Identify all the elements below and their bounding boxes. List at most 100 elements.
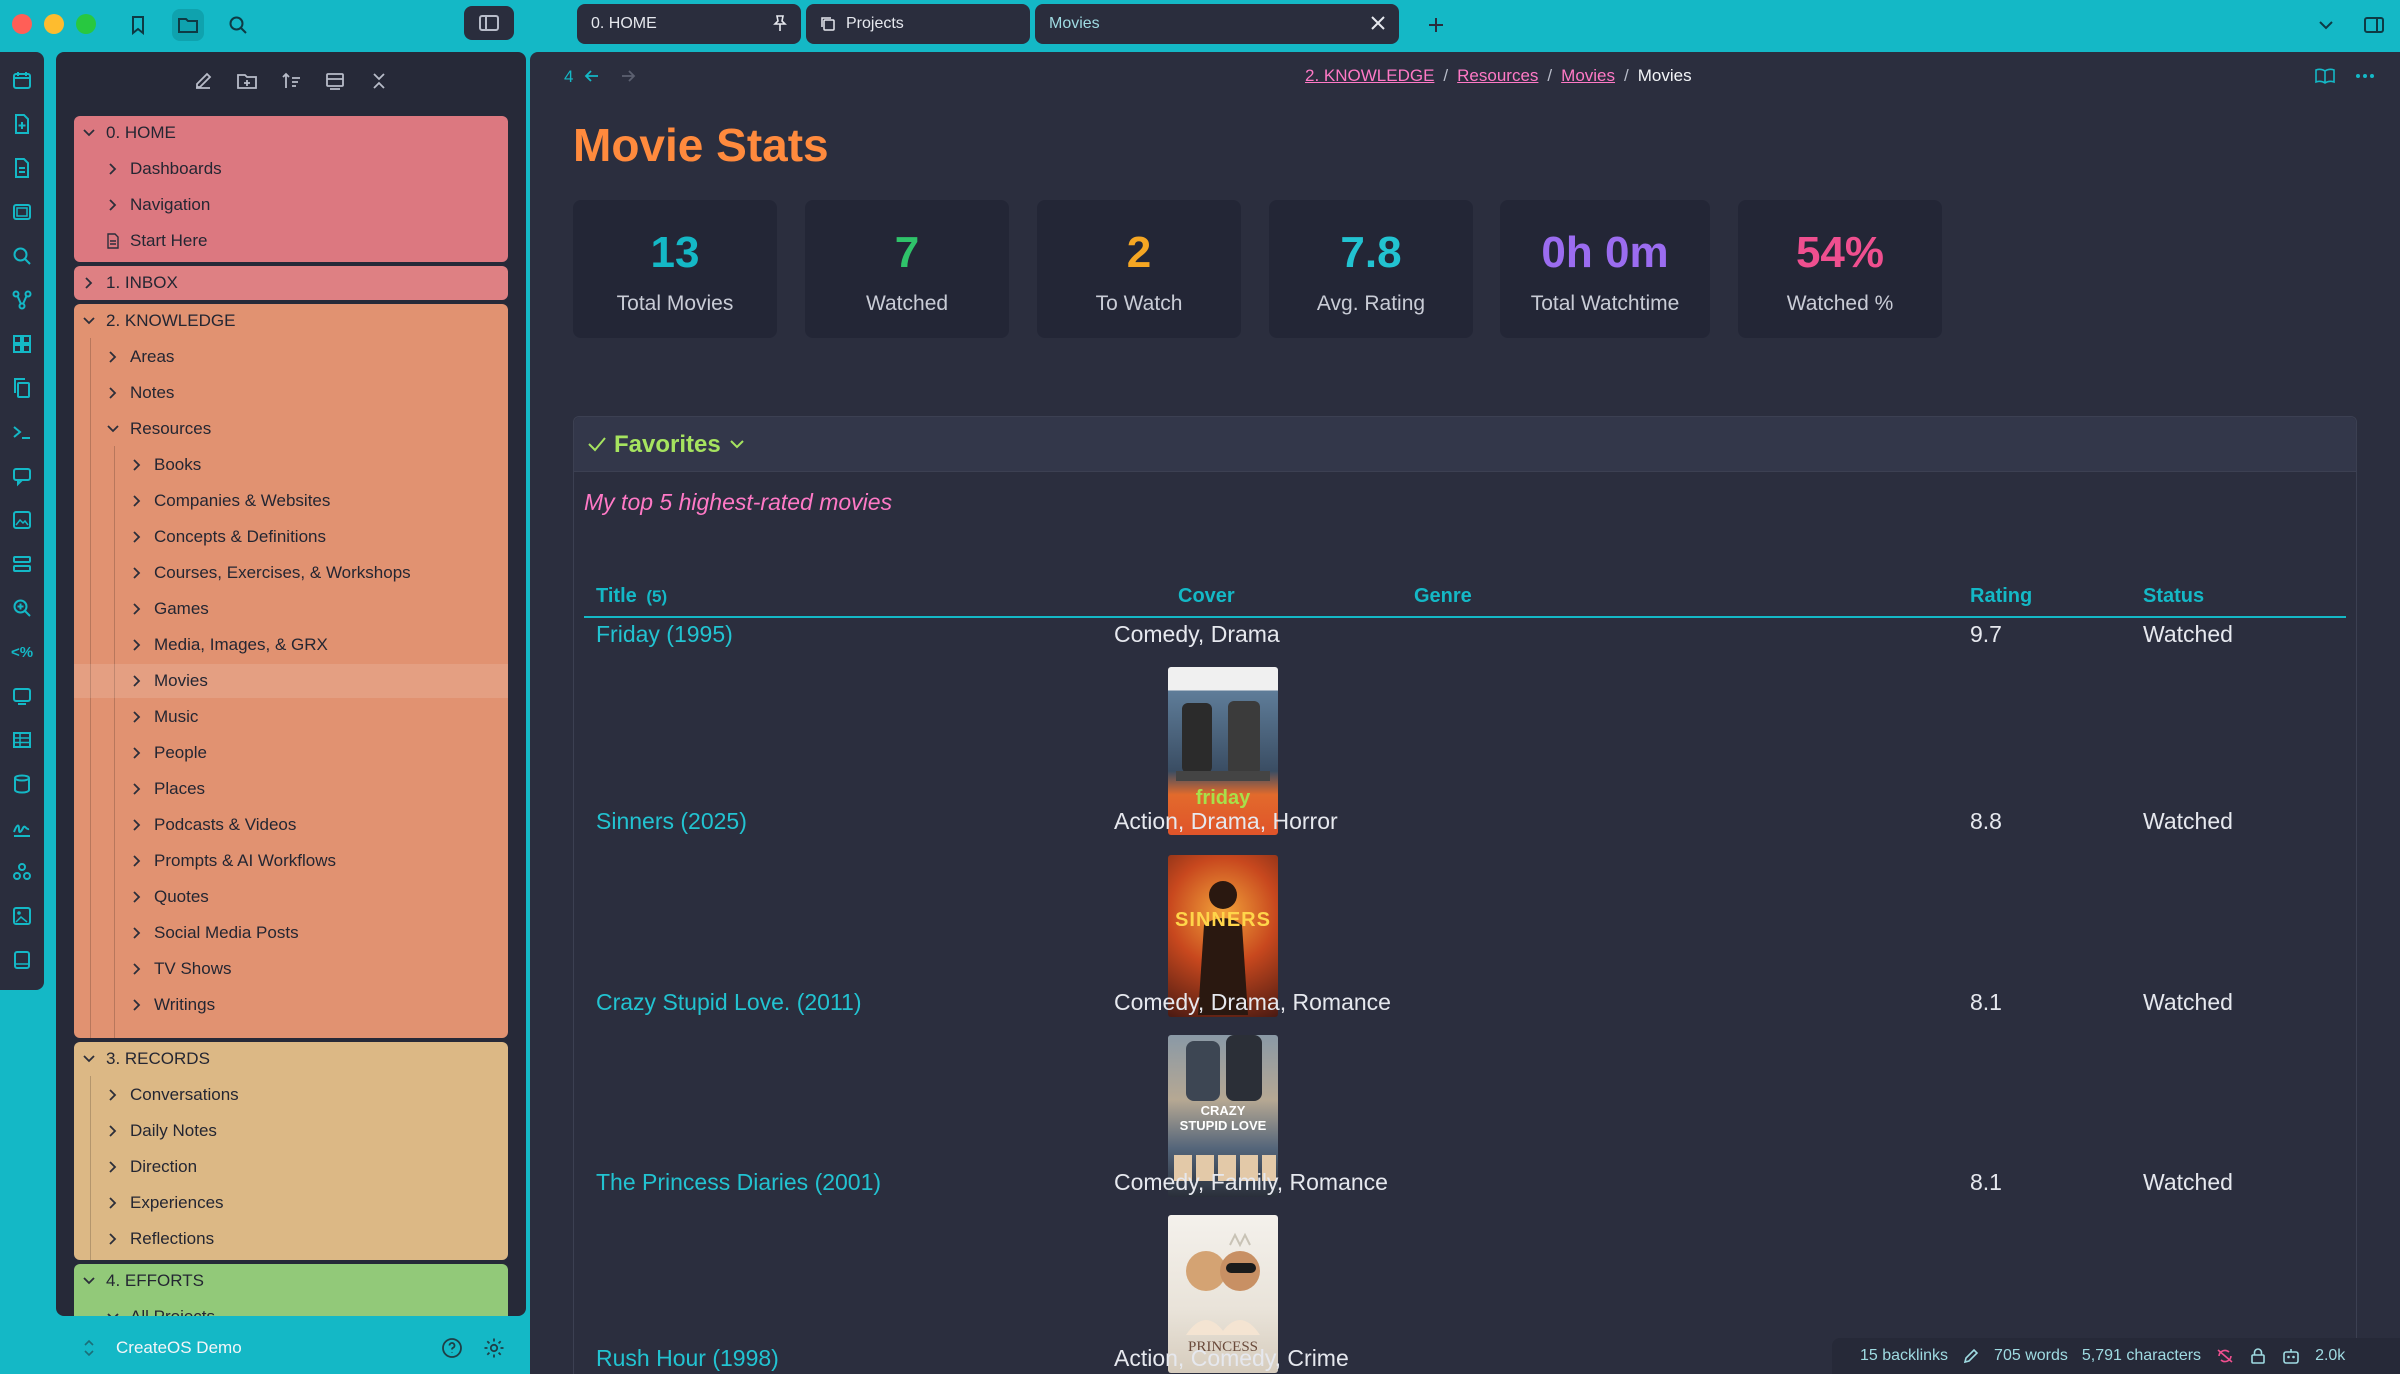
movie-title-link[interactable]: Rush Hour (1998)	[596, 1345, 779, 1372]
auto-reveal-icon[interactable]	[322, 68, 348, 94]
folder-inbox[interactable]: 1. INBOX	[74, 266, 508, 300]
folder-records[interactable]: 3. RECORDS	[74, 1042, 508, 1076]
reading-view-icon[interactable]	[2314, 66, 2336, 86]
help-icon[interactable]	[440, 1336, 464, 1360]
breadcrumb-current[interactable]: Movies	[1638, 66, 1692, 86]
folder-resources[interactable]: Resources	[74, 412, 508, 446]
table-icon[interactable]	[10, 728, 34, 752]
folder-quotes[interactable]: Quotes	[74, 880, 508, 914]
folder-games[interactable]: Games	[74, 592, 508, 626]
folder-navigation[interactable]: Navigation	[74, 188, 508, 222]
bookmark-icon[interactable]	[122, 9, 154, 41]
folder-dashboards[interactable]: Dashboards	[74, 152, 508, 186]
search-icon[interactable]	[10, 244, 34, 268]
signature-icon[interactable]	[10, 816, 34, 840]
folder-notes[interactable]: Notes	[74, 376, 508, 410]
breadcrumb-movies-folder[interactable]: Movies	[1561, 66, 1615, 86]
database-icon[interactable]	[10, 552, 34, 576]
breadcrumb-knowledge[interactable]: 2. KNOWLEDGE	[1305, 66, 1434, 86]
storage-icon[interactable]	[10, 772, 34, 796]
grid-icon[interactable]	[10, 332, 34, 356]
pin-icon[interactable]	[771, 14, 789, 37]
lock-icon[interactable]	[2249, 1347, 2267, 1365]
movie-title-link[interactable]: The Princess Diaries (2001)	[596, 1169, 881, 1196]
folder-media[interactable]: Media, Images, & GRX	[74, 628, 508, 662]
folder-areas[interactable]: Areas	[74, 340, 508, 374]
vault-name[interactable]: CreateOS Demo	[116, 1338, 242, 1358]
folder-tv-shows[interactable]: TV Shows	[74, 952, 508, 986]
column-header-status[interactable]: Status	[2143, 585, 2204, 608]
folder-prompts[interactable]: Prompts & AI Workflows	[74, 844, 508, 878]
folder-places[interactable]: Places	[74, 772, 508, 806]
vault-chevron-icon[interactable]	[82, 1338, 96, 1358]
chat-icon[interactable]	[10, 464, 34, 488]
chevron-down-icon[interactable]	[2310, 9, 2342, 41]
terminal-icon[interactable]	[10, 420, 34, 444]
back-arrow-icon[interactable]	[582, 66, 602, 86]
folder-daily-notes[interactable]: Daily Notes	[74, 1114, 508, 1148]
column-header-genre[interactable]: Genre	[1414, 585, 1472, 608]
files-icon[interactable]	[10, 376, 34, 400]
template-icon[interactable]	[10, 156, 34, 180]
image-edit-icon[interactable]	[10, 508, 34, 532]
tablet-icon[interactable]	[10, 948, 34, 972]
minimize-window-button[interactable]	[44, 14, 64, 34]
zoom-in-icon[interactable]	[10, 596, 34, 620]
tab-projects[interactable]: Projects	[806, 4, 1030, 44]
column-header-cover[interactable]: Cover	[1178, 585, 1235, 608]
monitor-icon[interactable]	[10, 684, 34, 708]
close-window-button[interactable]	[12, 14, 32, 34]
forward-arrow-icon[interactable]	[618, 66, 638, 86]
zoom-window-button[interactable]	[76, 14, 96, 34]
file-start-here[interactable]: Start Here	[74, 224, 508, 258]
folder-home[interactable]: 0. HOME	[74, 116, 508, 150]
folder-companies-websites[interactable]: Companies & Websites	[74, 484, 508, 518]
folder-knowledge[interactable]: 2. KNOWLEDGE	[74, 304, 508, 338]
robot-icon[interactable]	[2281, 1347, 2301, 1365]
plugins-icon[interactable]	[10, 860, 34, 884]
movie-title-link[interactable]: Friday (1995)	[596, 621, 733, 648]
new-tab-icon[interactable]	[1420, 9, 1452, 41]
column-header-rating[interactable]: Rating	[1970, 585, 2032, 608]
folder-experiences[interactable]: Experiences	[74, 1186, 508, 1220]
folder-podcasts-videos[interactable]: Podcasts & Videos	[74, 808, 508, 842]
folder-music[interactable]: Music	[74, 700, 508, 734]
more-options-icon[interactable]	[2354, 66, 2376, 86]
folder-reflections[interactable]: Reflections	[74, 1222, 508, 1256]
folder-concepts-definitions[interactable]: Concepts & Definitions	[74, 520, 508, 554]
sync-off-icon[interactable]	[2215, 1347, 2235, 1365]
slides-icon[interactable]	[10, 200, 34, 224]
edit-pencil-icon[interactable]	[1962, 1347, 1980, 1365]
calendar-icon[interactable]	[10, 68, 34, 92]
folder-people[interactable]: People	[74, 736, 508, 770]
right-sidebar-icon[interactable]	[2358, 9, 2390, 41]
folder-direction[interactable]: Direction	[74, 1150, 508, 1184]
collapse-sidebar-icon[interactable]	[464, 6, 514, 40]
folder-efforts[interactable]: 4. EFFORTS	[74, 1264, 508, 1298]
folder-books[interactable]: Books	[74, 448, 508, 482]
new-note-icon[interactable]	[190, 68, 216, 94]
settings-gear-icon[interactable]	[482, 1336, 506, 1360]
close-icon[interactable]	[1369, 14, 1387, 37]
folder-courses[interactable]: Courses, Exercises, & Workshops	[74, 556, 508, 590]
breadcrumb-resources[interactable]: Resources	[1457, 66, 1538, 86]
folder-all-projects[interactable]: All Projects	[74, 1300, 508, 1316]
new-note-icon[interactable]	[10, 112, 34, 136]
column-header-title[interactable]: Title (5)	[596, 585, 667, 608]
favorites-header[interactable]: Favorites	[574, 417, 2356, 472]
folder-conversations[interactable]: Conversations	[74, 1078, 508, 1112]
folder-icon[interactable]	[172, 9, 204, 41]
movie-title-link[interactable]: Crazy Stupid Love. (2011)	[596, 989, 862, 1016]
code-percent-icon[interactable]: <%	[10, 640, 34, 664]
tab-home[interactable]: 0. HOME	[577, 4, 801, 44]
graph-icon[interactable]	[10, 288, 34, 312]
folder-movies[interactable]: Movies	[74, 664, 508, 698]
search-icon[interactable]	[222, 9, 254, 41]
folder-writings[interactable]: Writings	[74, 988, 508, 1022]
folder-social-media[interactable]: Social Media Posts	[74, 916, 508, 950]
sort-icon[interactable]	[278, 68, 304, 94]
gallery-icon[interactable]	[10, 904, 34, 928]
collapse-all-icon[interactable]	[366, 68, 392, 94]
tab-movies[interactable]: Movies	[1035, 4, 1399, 44]
movie-title-link[interactable]: Sinners (2025)	[596, 808, 747, 835]
